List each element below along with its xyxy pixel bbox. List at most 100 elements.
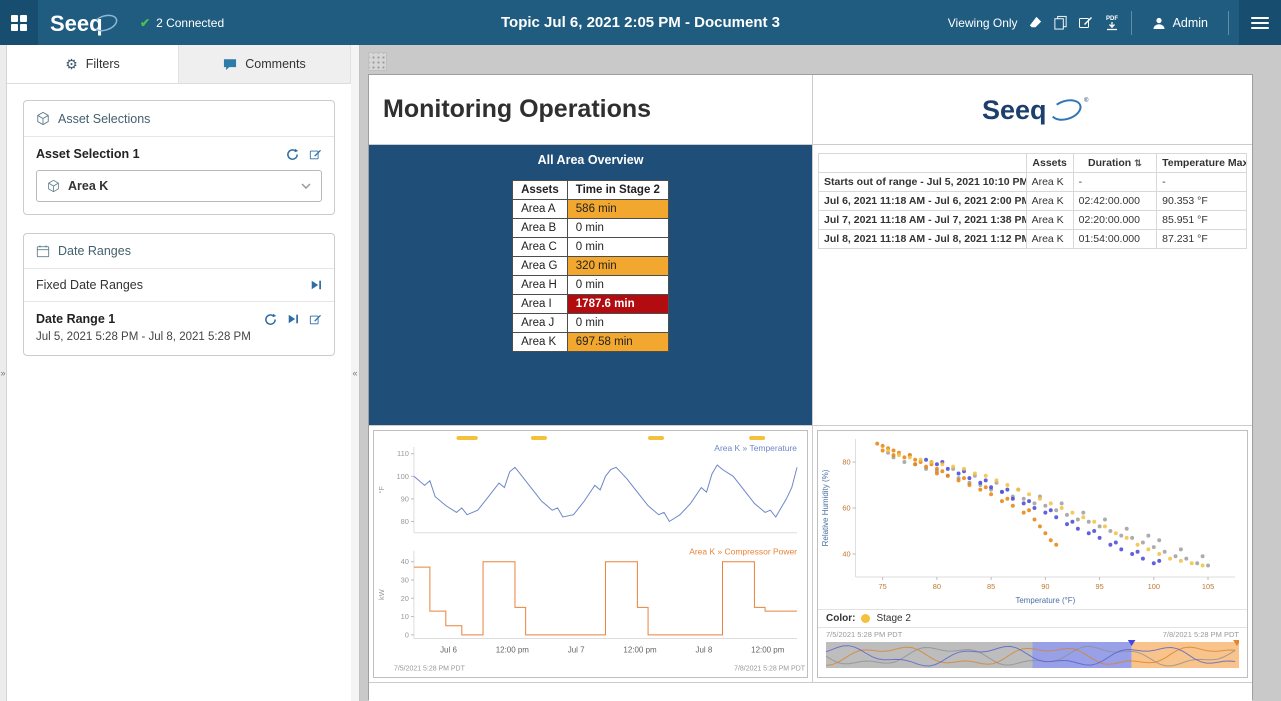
timestamp-row: 7/5/2021 5:28 PM PDT 7/8/2021 5:28 PM PD…: [818, 628, 1247, 639]
sort-icon[interactable]: ⇅: [1134, 158, 1142, 168]
step-forward-icon[interactable]: [310, 279, 322, 291]
edit-icon[interactable]: [309, 313, 322, 326]
table-row: Jul 8, 2021 11:18 AM - Jul 8, 2021 1:12 …: [819, 230, 1247, 249]
user-label: Admin: [1173, 16, 1208, 30]
gear-icon: ⚙: [65, 57, 78, 71]
fixed-date-ranges-label: Fixed Date Ranges: [36, 278, 143, 292]
apps-grid-icon: [11, 15, 27, 31]
trend-chart: 8090100110°FArea K » Temperature01020304…: [373, 430, 808, 678]
capsule-col-assets: Assets: [1026, 154, 1073, 173]
check-icon: ✔: [140, 16, 150, 30]
overview-value-cell: 586 min: [567, 200, 668, 219]
date-range-value: Jul 5, 2021 5:28 PM - Jul 8, 2021 5:28 P…: [36, 331, 322, 343]
document-page: Monitoring Operations Seeq ® All Area Ov…: [368, 74, 1253, 700]
edit-document-icon[interactable]: [1078, 15, 1093, 30]
seeq-logo[interactable]: Seeq: [48, 8, 122, 38]
comment-icon: [223, 58, 237, 71]
svg-text:7/5/2021 5:28 PM PDT: 7/5/2021 5:28 PM PDT: [394, 665, 466, 672]
seeq-logo-graphic: Seeq: [48, 8, 122, 38]
svg-text:10: 10: [401, 612, 409, 621]
capsule-range-cell: Jul 8, 2021 11:18 AM - Jul 8, 2021 1:12 …: [819, 230, 1027, 249]
overview-col-assets: Assets: [513, 181, 568, 200]
duplicate-icon[interactable]: [1053, 15, 1068, 30]
svg-text:Relative Humidity (%): Relative Humidity (%): [821, 469, 830, 546]
capsule-range-cell: Starts out of range - Jul 5, 2021 10:10 …: [819, 173, 1027, 192]
document-area: Monitoring Operations Seeq ® All Area Ov…: [360, 45, 1281, 701]
tab-comments[interactable]: Comments: [179, 45, 351, 83]
svg-text:®: ®: [1084, 97, 1089, 104]
double-chevron-right-icon: »: [0, 368, 5, 378]
tab-filters-label: Filters: [86, 57, 120, 71]
next-content-sliver: [369, 683, 1252, 701]
asset-select-dropdown[interactable]: Area K: [36, 170, 322, 202]
separator: [1228, 11, 1229, 35]
step-forward-icon[interactable]: [287, 313, 299, 325]
topic-document-title: Topic Jul 6, 2021 2:05 PM - Document 3: [501, 14, 780, 31]
user-menu-button[interactable]: Admin: [1142, 16, 1218, 30]
svg-text:Area K » Compressor Power: Area K » Compressor Power: [689, 547, 797, 557]
overview-table: Assets Time in Stage 2 Area A586 min Are…: [512, 180, 669, 352]
tab-comments-label: Comments: [245, 57, 305, 71]
table-row: Area C0 min: [513, 238, 669, 257]
svg-text:110: 110: [397, 449, 409, 458]
capsule-duration-cell: 01:54:00.000: [1073, 230, 1156, 249]
user-icon: [1152, 16, 1166, 30]
pdf-label: PDF: [1106, 16, 1118, 22]
table-row: Jul 7, 2021 11:18 AM - Jul 7, 2021 1:38 …: [819, 211, 1247, 230]
cube-icon: [47, 179, 60, 193]
double-chevron-left-icon: «: [352, 368, 357, 378]
overview-value-cell: 320 min: [567, 257, 668, 276]
asset-selection-label: Asset Selection 1: [36, 147, 140, 161]
seeq-logo-text: Seeq: [50, 11, 103, 36]
svg-text:80: 80: [842, 457, 850, 466]
date-ranges-card: Date Ranges Fixed Date Ranges Date Range…: [23, 233, 335, 356]
svg-text:12:00 pm: 12:00 pm: [623, 645, 657, 654]
refresh-icon[interactable]: [264, 313, 277, 326]
tab-filters[interactable]: ⚙ Filters: [7, 45, 179, 83]
table-row: Area A586 min: [513, 200, 669, 219]
capsule-col-tempmax: Temperature Max: [1157, 154, 1247, 173]
capsule-temp-cell: 87.231 °F: [1157, 230, 1247, 249]
svg-text:Area K » Temperature: Area K » Temperature: [714, 443, 797, 453]
overview-value-cell: 0 min: [567, 314, 668, 333]
date-ranges-title: Date Ranges: [58, 244, 131, 258]
sidebar-expand-handle[interactable]: »: [0, 45, 7, 701]
table-row: Area K697.58 min: [513, 333, 669, 352]
capsule-table: Assets Duration⇅ Temperature Max Starts …: [818, 153, 1247, 249]
apps-grid-button[interactable]: [0, 0, 38, 45]
edit-icon[interactable]: [309, 148, 322, 161]
scatter-chart: 7580859095100105406080Temperature (°F)Re…: [817, 430, 1248, 678]
overview-value-cell: 1787.6 min: [567, 295, 668, 314]
capsule-asset-cell: Area K: [1026, 230, 1073, 249]
asset-selections-card: Asset Selections Asset Selection 1: [23, 100, 335, 215]
fixed-date-ranges-row: Fixed Date Ranges: [24, 269, 334, 302]
svg-text:80: 80: [933, 582, 941, 591]
svg-text:90: 90: [1041, 582, 1049, 591]
svg-text:Temperature (°F): Temperature (°F): [1015, 596, 1075, 605]
svg-text:12:00 pm: 12:00 pm: [496, 645, 530, 654]
annotate-icon[interactable]: [1028, 15, 1043, 30]
svg-text:30: 30: [401, 575, 409, 584]
svg-text:80: 80: [401, 517, 409, 526]
refresh-icon[interactable]: [286, 148, 299, 161]
capsule-table-cell: Assets Duration⇅ Temperature Max Starts …: [813, 145, 1252, 425]
topbar: Seeq ✔ 2 Connected Topic Jul 6, 2021 2:0…: [0, 0, 1281, 45]
capsule-range-cell: Jul 6, 2021 11:18 AM - Jul 6, 2021 2:00 …: [819, 192, 1027, 211]
connection-status[interactable]: ✔ 2 Connected: [140, 16, 224, 30]
chevron-down-icon: [301, 183, 311, 189]
pdf-export-icon[interactable]: PDF: [1103, 14, 1121, 31]
svg-text:60: 60: [842, 503, 850, 512]
overview-asset-cell: Area J: [513, 314, 568, 333]
overview-title: All Area Overview: [369, 145, 812, 167]
sidebar-collapse-handle[interactable]: «: [351, 45, 360, 701]
svg-text:20: 20: [401, 594, 409, 603]
capsule-col-duration: Duration⇅: [1073, 154, 1156, 173]
minimap-svg[interactable]: [826, 640, 1239, 670]
drag-handle-icon[interactable]: [368, 52, 387, 71]
capsule-asset-cell: Area K: [1026, 211, 1073, 230]
capsule-duration-cell: 02:42:00.000: [1073, 192, 1156, 211]
overview-asset-cell: Area H: [513, 276, 568, 295]
asset-select-value: Area K: [68, 179, 108, 193]
main-menu-button[interactable]: [1239, 0, 1281, 45]
svg-text:105: 105: [1202, 582, 1214, 591]
